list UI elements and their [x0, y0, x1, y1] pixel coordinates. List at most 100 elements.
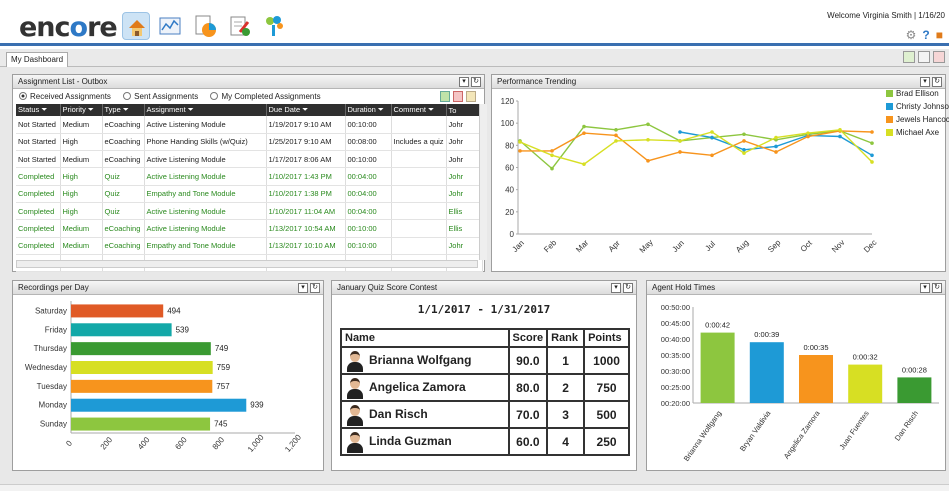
category-label: Saturday	[35, 306, 67, 315]
table-cell-comment	[391, 116, 447, 134]
panel-title: Performance Trending	[497, 77, 577, 86]
quiz-column-header: Points	[583, 328, 630, 348]
legend-label: Jewels Hancock	[896, 115, 949, 124]
data-point	[870, 153, 874, 158]
gear-icon[interactable]: ⚙	[906, 28, 917, 42]
quiz-points: 500	[583, 400, 630, 429]
table-cell-type: eCoaching	[102, 237, 145, 255]
delete-dashboard-icon[interactable]	[933, 51, 945, 63]
dropdown-icon[interactable]: ▾	[298, 283, 308, 293]
refresh-icon[interactable]: ↻	[310, 283, 320, 293]
column-header[interactable]: To	[446, 104, 483, 116]
quiz-rank: 4	[546, 427, 586, 456]
dropdown-icon[interactable]: ▾	[920, 77, 930, 87]
y-tick-label: 80	[505, 141, 514, 150]
reports-icon[interactable]	[191, 12, 219, 40]
dropdown-icon[interactable]: ▾	[920, 283, 930, 293]
x-tick-label: 200	[99, 435, 115, 451]
data-point	[678, 150, 682, 154]
y-tick-label: 20	[505, 208, 514, 217]
horizontal-scrollbar[interactable]	[16, 260, 478, 268]
table-row[interactable]: Not Started Medium eCoaching Active Listeni…	[16, 150, 483, 169]
logout-icon[interactable]: ■	[936, 28, 943, 42]
table-cell-priority: Medium	[60, 116, 103, 134]
panel-title: Assignment List - Outbox	[18, 77, 108, 86]
quiz-name-cell: Dan Risch	[340, 400, 510, 429]
table-cell-comment	[391, 219, 447, 238]
table-cell-type: Quiz	[102, 167, 145, 186]
table-cell-to: Ellis	[446, 219, 483, 238]
help-icon[interactable]: ?	[922, 28, 929, 42]
column-header[interactable]: Priority ⏷	[60, 104, 103, 116]
column-header[interactable]: Status ⏷	[16, 104, 61, 116]
column-header[interactable]: Duration ⏷	[345, 104, 392, 116]
table-cell-status: Completed	[16, 202, 61, 221]
data-point	[774, 144, 778, 149]
quiz-points: 1000	[583, 346, 630, 375]
dashboard-icon[interactable]	[156, 12, 184, 40]
vertical-scrollbar[interactable]	[479, 104, 487, 260]
x-tick-label: Apr	[607, 238, 622, 253]
data-label: 757	[216, 382, 230, 391]
dropdown-icon[interactable]: ▾	[611, 283, 621, 293]
refresh-icon[interactable]: ↻	[623, 283, 633, 293]
bar	[71, 342, 211, 356]
add-widget-icon[interactable]	[903, 51, 915, 63]
x-tick-label: 0	[64, 438, 74, 448]
quiz-column-header: Score	[507, 328, 549, 348]
tab-bar: My Dashboard	[0, 49, 949, 67]
table-row[interactable]: Completed High Quiz Active Listening Module…	[16, 202, 483, 221]
legend-item[interactable]: Christy Johnson	[886, 102, 949, 111]
encore-logo[interactable]: encore	[19, 12, 118, 43]
panel-title: January Quiz Score Contest	[337, 283, 438, 292]
y-tick-label: 00:30:00	[661, 367, 690, 376]
radio-received[interactable]: Received Assignments	[19, 92, 111, 101]
table-cell-duration: 00:04:00	[345, 202, 392, 221]
home-icon[interactable]	[122, 12, 150, 40]
column-header[interactable]: Comment ⏷	[391, 104, 447, 116]
legend-item[interactable]: Brad Ellison	[886, 89, 949, 98]
category-label: Juan Fuentes	[837, 409, 871, 452]
quiz-date-range: 1/1/2017 - 1/31/2017	[417, 303, 551, 316]
avatar	[346, 377, 364, 399]
bottom-scrollbar[interactable]	[0, 484, 949, 491]
legend-label: Brad Ellison	[896, 89, 939, 98]
add-assignment-icon[interactable]	[440, 91, 450, 102]
table-row[interactable]: Not Started High eCoaching Phone Handing Sk…	[16, 133, 483, 152]
tools-icon[interactable]	[260, 12, 288, 40]
table-row[interactable]: Completed High Quiz Active Listening Module…	[16, 167, 483, 186]
x-tick-label: Jul	[703, 239, 717, 253]
data-point	[646, 159, 650, 163]
legend-item[interactable]: Michael Axe	[886, 128, 949, 137]
data-point	[678, 130, 682, 134]
legend-label: Christy Johnson	[896, 102, 949, 111]
column-header[interactable]: Assignment ⏷	[144, 104, 267, 116]
tab-my-dashboard[interactable]: My Dashboard	[6, 52, 69, 67]
table-cell-to: Johr	[446, 150, 483, 169]
table-row[interactable]: Not Started Medium eCoaching Active Listeni…	[16, 116, 483, 134]
radio-completed[interactable]: My Completed Assignments	[210, 92, 321, 101]
quiz-name: Linda Guzman	[369, 433, 452, 448]
edit-dashboard-icon[interactable]	[918, 51, 930, 63]
table-row[interactable]: Completed High Quiz Empathy and Tone Module…	[16, 185, 483, 203]
column-header[interactable]: Type ⏷	[102, 104, 145, 116]
table-cell-duration: 00:08:00	[345, 133, 392, 152]
dropdown-icon[interactable]: ▾	[459, 77, 469, 87]
column-header[interactable]: Due Date ⏷	[266, 104, 346, 116]
table-row[interactable]: CompletedMediumeCoachingActive Listening…	[16, 219, 483, 238]
table-cell-assignment: Empathy and Tone Module	[144, 185, 267, 203]
x-tick-label: Jun	[670, 238, 685, 253]
delete-assignment-icon[interactable]	[453, 91, 463, 102]
refresh-icon[interactable]: ↻	[471, 77, 481, 87]
radio-sent[interactable]: Sent Assignments	[123, 92, 198, 101]
refresh-icon[interactable]: ↻	[932, 77, 942, 87]
legend-item[interactable]: Jewels Hancock	[886, 115, 949, 124]
edit-assignment-icon[interactable]	[466, 91, 476, 102]
dashboard-area: Assignment List - Outbox ▾ ↻ Received Ass…	[0, 67, 949, 491]
table-cell-duration: 00:04:00	[345, 185, 392, 203]
evaluations-icon[interactable]	[226, 12, 254, 40]
refresh-icon[interactable]: ↻	[932, 283, 942, 293]
data-point	[710, 135, 714, 140]
data-point	[582, 124, 586, 129]
table-row[interactable]: Completed Medium eCoaching Empathy and Tone…	[16, 237, 483, 255]
